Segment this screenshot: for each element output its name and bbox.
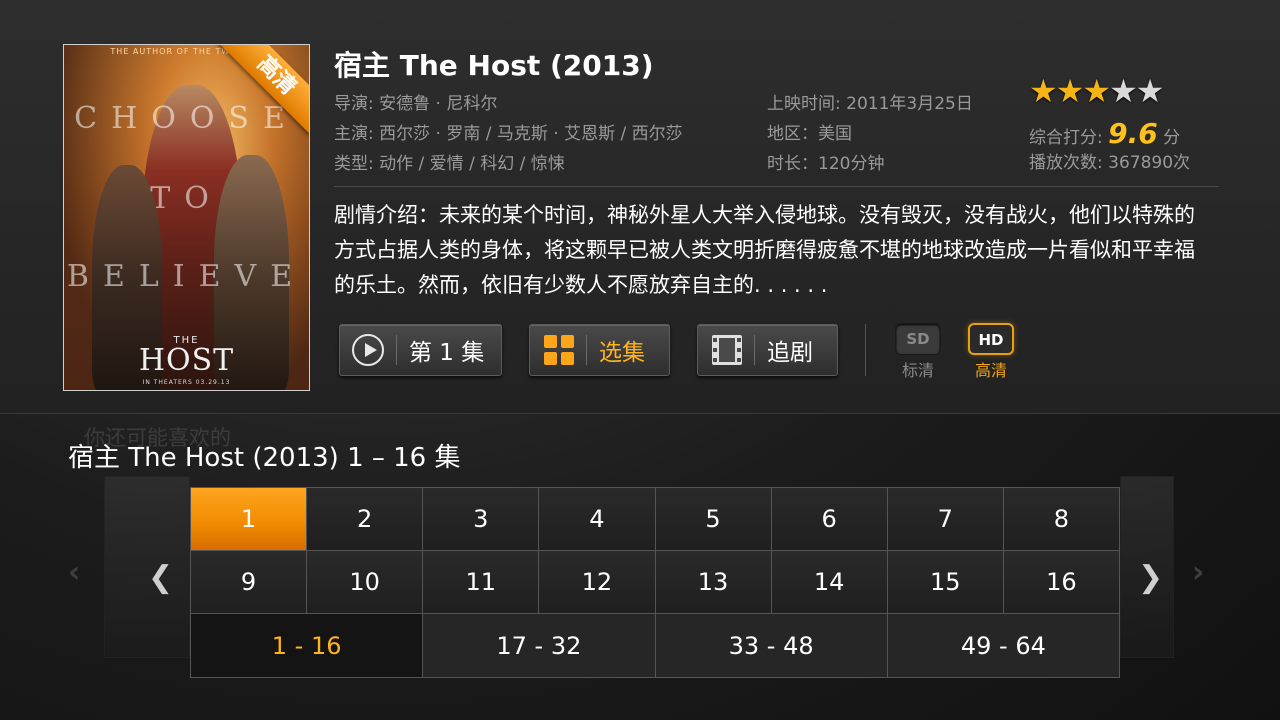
- episode-cell[interactable]: 14: [771, 551, 888, 614]
- duration: 时长：120分钟: [767, 154, 885, 174]
- episode-range-tab[interactable]: 17 - 32: [423, 614, 656, 677]
- film-icon: [712, 335, 742, 365]
- episode-cell[interactable]: 15: [887, 551, 1004, 614]
- episode-cell[interactable]: 8: [1003, 488, 1119, 551]
- episode-row: 9 10 11 12 13 14 15 16: [191, 551, 1119, 614]
- chevron-right-icon[interactable]: ❯: [1138, 560, 1163, 595]
- chevron-left-icon[interactable]: ❮: [148, 560, 173, 595]
- star-empty-icon: ★: [1109, 72, 1138, 110]
- episode-cell[interactable]: 11: [423, 551, 540, 614]
- episode-cell[interactable]: 10: [307, 551, 424, 614]
- follow-series-button[interactable]: 追剧: [697, 324, 838, 376]
- episode-cell[interactable]: 4: [539, 488, 656, 551]
- episode-range-tab[interactable]: 33 - 48: [655, 614, 888, 677]
- hd-label: 高清: [974, 361, 1007, 380]
- episode-cell[interactable]: 1: [191, 488, 308, 551]
- episode-cell[interactable]: 9: [191, 551, 308, 614]
- episode-range-tab[interactable]: 1 - 16: [191, 614, 424, 677]
- background-thumbnail: [104, 476, 190, 658]
- movie-meta-mid: 上映时间: 2011年3月25日 地区：美国 时长：120分钟: [767, 89, 973, 179]
- score-label: 综合打分:: [1029, 128, 1103, 148]
- hd-badge: HD: [968, 323, 1014, 355]
- episode-cell[interactable]: 13: [655, 551, 772, 614]
- star-icon: ★: [1082, 72, 1111, 110]
- score-line: 综合打分: 9.6 分: [1029, 117, 1180, 150]
- episode-range-row: 1 - 16 17 - 32 33 - 48 49 - 64: [191, 614, 1119, 677]
- release-date: 上映时间: 2011年3月25日: [767, 94, 973, 114]
- select-episode-button[interactable]: 选集: [529, 324, 670, 376]
- sd-label: 标清: [901, 361, 934, 380]
- play-count: 播放次数: 367890次: [1029, 153, 1191, 173]
- star-icon: ★: [1055, 72, 1085, 110]
- director: 导演: 安德鲁 · 尼科尔: [334, 94, 498, 114]
- poster-tagline-word: TO: [150, 181, 223, 216]
- episode-list-title: 宿主 The Host (2013) 1 – 16 集: [68, 443, 461, 473]
- button-separator: [586, 335, 587, 365]
- star-icon: ★: [1029, 72, 1058, 110]
- movie-poster: THE AUTHOR OF THE TWILIGHT CHOOSE TO BEL…: [63, 44, 310, 391]
- star-empty-icon: ★: [1135, 72, 1165, 110]
- episode-cell[interactable]: 6: [771, 488, 888, 551]
- episode-cell[interactable]: 2: [307, 488, 424, 551]
- button-separator: [396, 335, 397, 365]
- poster-host: HOST: [138, 343, 235, 378]
- episode-cell[interactable]: 12: [539, 551, 656, 614]
- episode-cell[interactable]: 7: [887, 488, 1004, 551]
- poster-tagline-word: CHOOSE: [74, 101, 299, 136]
- divider: [334, 186, 1219, 187]
- poster-release: IN THEATERS 03.29.13: [142, 379, 231, 386]
- chevron-right-icon: ›: [1192, 555, 1205, 590]
- poster-tagline-word: BELIEVE: [66, 259, 307, 294]
- movie-title: 宿主 The Host (2013): [334, 49, 654, 82]
- follow-series-label: 追剧: [767, 340, 813, 366]
- episode-grid: 1 2 3 4 5 6 7 8 9 10 11 12 13 14 15 16 1…: [190, 487, 1120, 678]
- movie-meta-left: 导演: 安德鲁 · 尼科尔 主演: 西尔莎 · 罗南 / 马克斯 · 艾恩斯 /…: [334, 89, 683, 179]
- quality-sd-option[interactable]: SD 标清: [895, 323, 941, 381]
- genre: 类型: 动作 / 爱情 / 科幻 / 惊悚: [334, 154, 565, 174]
- button-separator: [754, 335, 755, 365]
- episode-cell[interactable]: 5: [655, 488, 772, 551]
- episode-cell[interactable]: 3: [423, 488, 540, 551]
- play-episode-label: 第 1 集: [409, 340, 485, 366]
- select-episode-label: 选集: [599, 340, 645, 366]
- play-episode-button[interactable]: 第 1 集: [339, 324, 502, 376]
- synopsis: 剧情介绍：未来的某个时间，神秘外星人大举入侵地球。没有毁灭，没有战火，他们以特殊…: [334, 203, 1195, 297]
- episode-row: 1 2 3 4 5 6 7 8: [191, 488, 1119, 551]
- rating-stars: ★★★★★: [1029, 72, 1165, 110]
- chevron-left-icon: ‹: [68, 555, 81, 590]
- score-unit: 分: [1163, 128, 1181, 148]
- score-value: 9.6: [1108, 117, 1158, 150]
- play-icon: [352, 334, 384, 366]
- episode-cell[interactable]: 16: [1003, 551, 1119, 614]
- region: 地区：美国: [767, 124, 852, 144]
- sd-badge: SD: [895, 323, 941, 355]
- episode-range-tab[interactable]: 49 - 64: [887, 614, 1119, 677]
- grid-icon: [544, 335, 574, 365]
- cast: 主演: 西尔莎 · 罗南 / 马克斯 · 艾恩斯 / 西尔莎: [334, 124, 683, 144]
- divider: [865, 324, 866, 376]
- quality-hd-option[interactable]: HD 高清: [968, 323, 1014, 381]
